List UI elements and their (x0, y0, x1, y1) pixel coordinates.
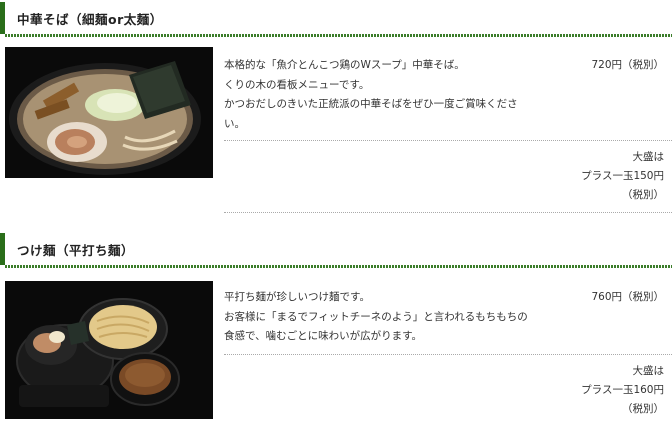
tsukemen-image (5, 281, 213, 419)
large-note-line: 大盛は (632, 151, 665, 163)
description-line: くりの木の看板メニューです。 (224, 78, 370, 91)
ramen-bowl-image (5, 47, 213, 178)
description-line: い。 (224, 117, 245, 130)
dotted-divider (224, 354, 672, 355)
description-line: 食感で、噛むごとに味わいが広がります。 (224, 330, 423, 342)
large-size-note: 大盛は プラス一玉160円 （税別） (581, 362, 664, 419)
section-title: つけ麺（平打ち麺） (17, 242, 135, 258)
description-line: お客様に「まるでフィットチーネのよう」と言われるもちもちの (224, 310, 528, 323)
header-divider (5, 265, 672, 268)
dotted-divider (224, 212, 672, 213)
section-title: 中華そば（細麺or太麺） (17, 11, 163, 27)
description-line: かつおだしのきいた正統派の中華そばをぜひ一度ご賞味くださ (224, 98, 518, 110)
item-description: 平打ち麺が珍しいつけ麺です。 お客様に「まるでフィットチーネのよう」と言われるも… (224, 288, 560, 347)
menu-item-tsukemen: つけ麺（平打ち麺） (0, 233, 672, 268)
item-price: 720円（税別） (591, 59, 664, 71)
large-note-line: プラス一玉150円 (581, 170, 664, 182)
large-note-line: プラス一玉160円 (581, 384, 664, 396)
ramen-bowl-photo (5, 47, 213, 178)
large-note-line: （税別） (622, 189, 664, 201)
item-price: 760円（税別） (591, 291, 664, 303)
description-line: 平打ち麺が珍しいつけ麺です。 (224, 291, 370, 303)
section-header: 中華そば（細麺or太麺） (0, 2, 672, 37)
menu-item-chuka-soba: 中華そば（細麺or太麺） (0, 2, 672, 37)
tsukemen-set-photo (5, 281, 213, 419)
header-divider (5, 34, 672, 37)
large-note-line: （税別） (622, 403, 664, 415)
dotted-divider (224, 140, 672, 141)
description-line: 本格的な「魚介とんこつ鶏のWスープ」中華そば。 (224, 59, 465, 71)
large-note-line: 大盛は (632, 365, 665, 377)
large-size-note: 大盛は プラス一玉150円 （税別） (581, 148, 664, 205)
section-header: つけ麺（平打ち麺） (0, 233, 672, 268)
item-description: 本格的な「魚介とんこつ鶏のWスープ」中華そば。 くりの木の看板メニューです。 か… (224, 56, 560, 134)
